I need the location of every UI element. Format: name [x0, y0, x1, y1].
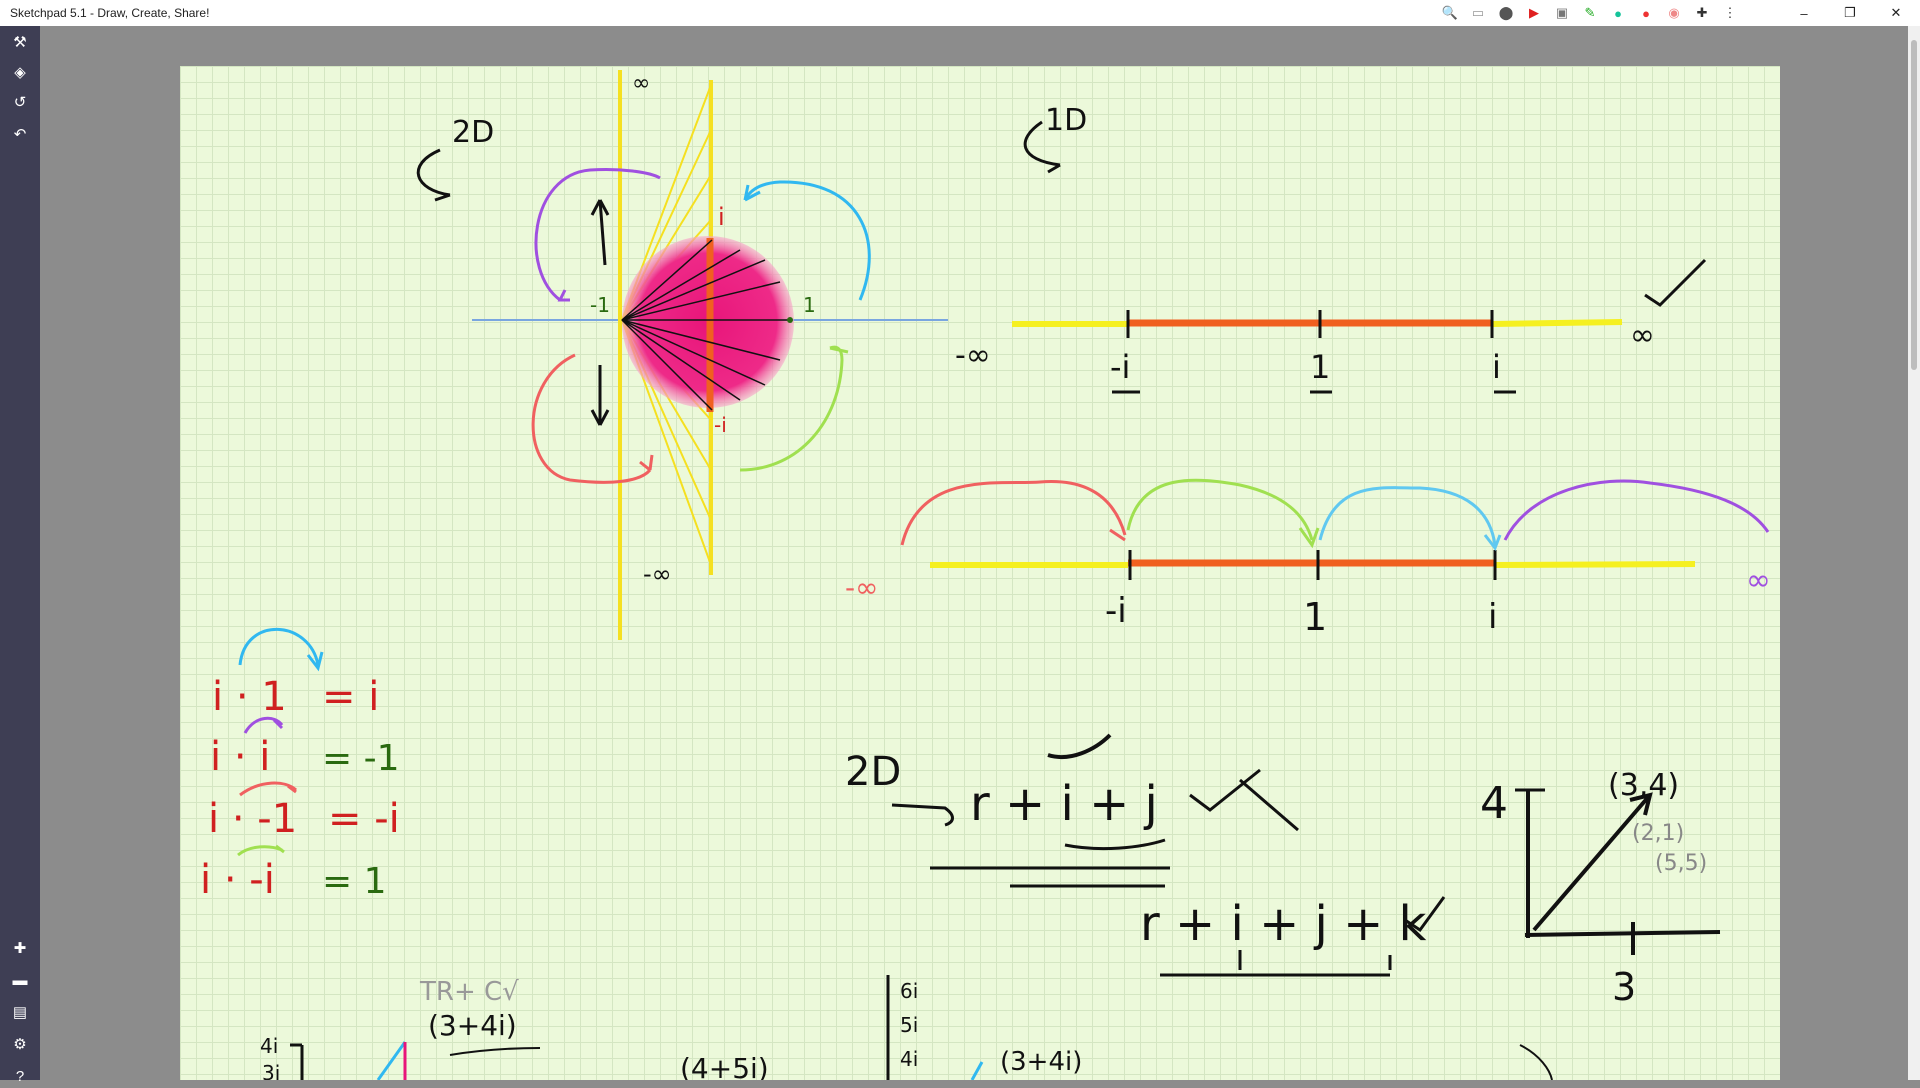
note-2: (4+5i) [680, 1052, 769, 1080]
eq4-rhs: = 1 [322, 861, 387, 902]
graph-p2: (2,1) [1632, 821, 1684, 846]
eq4-lhs: i · -i [200, 857, 275, 903]
line1-tick-1: 1 [1310, 348, 1330, 386]
sketch-drawing: 2D i -i -1 1 ∞ -∞ 1D -∞ ∞ -i 1 i -∞ ∞ -i… [200, 70, 1771, 1080]
note-scribble: TR+ C√ [419, 977, 519, 1007]
label-2d: 2D [452, 115, 494, 150]
expr-3d: r + i + j + k [1140, 896, 1427, 952]
line1-tick-i: i [1492, 348, 1501, 386]
label-1d: 1D [1045, 103, 1087, 138]
line2-tick-neg-i: -i [1105, 591, 1127, 631]
eq3-rhs: = -i [328, 796, 400, 842]
eq3-lhs: i · -1 [208, 796, 297, 842]
line2-tick-i: i [1488, 597, 1497, 637]
left-tick-3i: 3i [262, 1061, 280, 1080]
line2-tick-1: 1 [1303, 595, 1327, 639]
eq2-rhs: = -1 [322, 738, 400, 779]
label-2d-expr: 2D [845, 749, 901, 795]
graph-x-label: 3 [1612, 965, 1636, 1009]
graph-p3: (5,5) [1655, 851, 1707, 876]
note-1: (3+4i) [428, 1009, 517, 1042]
line1-neg-inf: -∞ [955, 338, 991, 373]
left-tick-4i: 4i [260, 1034, 278, 1058]
infinity-bottom: -∞ [643, 560, 672, 588]
complex-circle-diagram [416, 70, 948, 640]
tick-6i: 6i [900, 979, 918, 1003]
graph-point: (3,4) [1608, 768, 1679, 803]
line2-pos-inf: ∞ [1746, 563, 1771, 598]
circle-label-top: i [718, 203, 725, 231]
infinity-top: ∞ [632, 71, 650, 96]
note-3: (3+4i) [1000, 1047, 1082, 1077]
circle-label-left: -1 [590, 293, 610, 317]
line1-pos-inf: ∞ [1630, 318, 1655, 353]
line2-neg-inf: -∞ [845, 571, 878, 604]
graph-y-label: 4 [1480, 778, 1508, 829]
tick-5i: 5i [900, 1013, 918, 1037]
circle-label-right: 1 [803, 293, 816, 317]
eq1-rhs: = i [322, 674, 379, 720]
eq1-lhs: i · 1 [212, 674, 287, 720]
circle-label-bottom: -i [714, 413, 727, 437]
line1-tick-neg-i: -i [1110, 348, 1130, 386]
eq2-lhs: i · i [210, 734, 270, 780]
expr-2d: r + i + j [970, 776, 1158, 832]
tick-4i: 4i [900, 1047, 918, 1071]
number-line-arcs [900, 478, 1770, 580]
